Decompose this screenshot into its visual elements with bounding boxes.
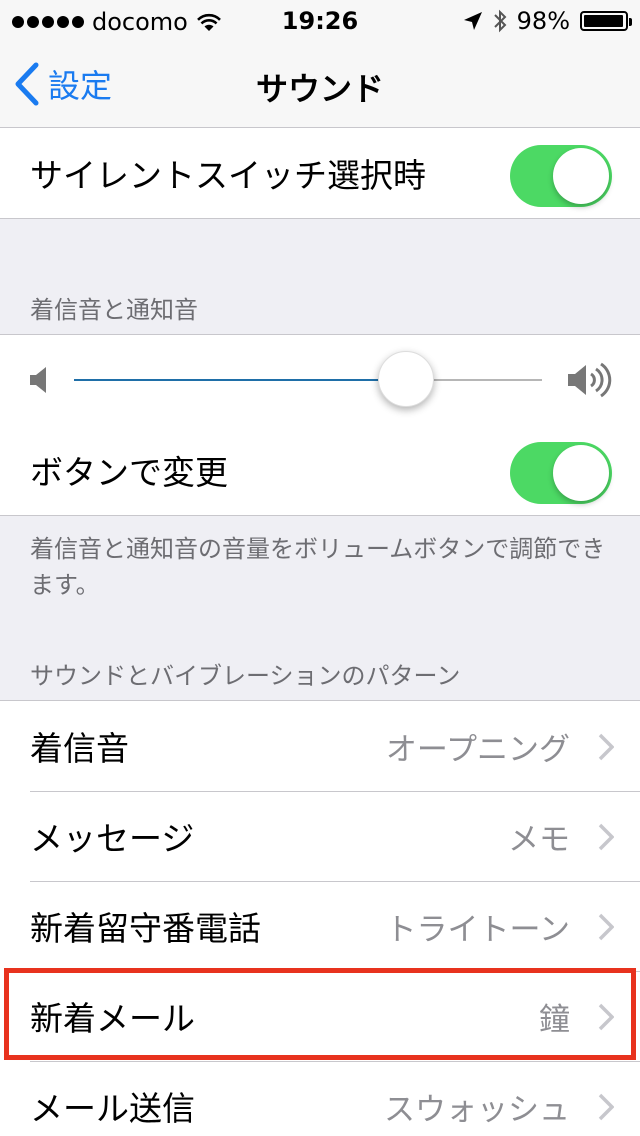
pattern-value: 鐘 xyxy=(539,1001,570,1038)
pattern-row-message[interactable]: メッセージ メモ xyxy=(0,791,640,881)
chevron-right-icon xyxy=(598,733,614,761)
chevron-right-icon xyxy=(598,1093,614,1121)
silent-switch-row: サイレントスイッチ選択時 xyxy=(0,128,640,218)
pattern-label: 新着留守番電話 xyxy=(30,909,261,948)
ringer-section-header: 着信音と通知音 xyxy=(30,296,198,324)
pattern-label: メッセージ xyxy=(30,819,195,858)
chevron-right-icon xyxy=(598,913,614,941)
pattern-value: オープニング xyxy=(385,731,570,768)
volume-slider-fill xyxy=(74,379,407,381)
silent-switch-label: サイレントスイッチ選択時 xyxy=(30,156,426,195)
toggle-knob xyxy=(553,445,609,501)
chevron-right-icon xyxy=(598,823,614,851)
pattern-label: 着信音 xyxy=(30,729,129,768)
change-with-buttons-label: ボタンで変更 xyxy=(30,453,228,492)
patterns-section-header: サウンドとバイブレーションのパターン xyxy=(30,662,461,690)
change-with-buttons-row: ボタンで変更 xyxy=(0,425,640,515)
pattern-row-ringtone[interactable]: 着信音 オープニング xyxy=(0,701,640,791)
pattern-label: メール送信 xyxy=(30,1089,195,1128)
pattern-value: メモ xyxy=(508,821,570,858)
pattern-value: トライトーン xyxy=(385,911,570,948)
ringer-section-footer: 着信音と通知音の音量をボリュームボタンで調節できます。 xyxy=(30,535,606,599)
pattern-row-voicemail[interactable]: 新着留守番電話 トライトーン xyxy=(0,881,640,971)
status-bar: docomo 19:26 98% xyxy=(0,0,640,40)
volume-slider[interactable] xyxy=(74,351,542,407)
silent-switch-group: サイレントスイッチ選択時 xyxy=(0,128,640,219)
battery-percent: 98% xyxy=(516,7,570,35)
pattern-label: 新着メール xyxy=(30,999,195,1038)
silent-vibrate-toggle[interactable] xyxy=(510,145,612,207)
pattern-row-new-mail[interactable]: 新着メール 鐘 xyxy=(0,971,640,1061)
status-right: 98% xyxy=(463,7,632,35)
bluetooth-icon xyxy=(493,9,507,33)
battery-icon xyxy=(580,11,632,31)
location-arrow-icon xyxy=(463,12,482,30)
pattern-row-sent-mail[interactable]: メール送信 スウォッシュ xyxy=(0,1061,640,1136)
pattern-value: スウォッシュ xyxy=(384,1091,570,1128)
change-with-buttons-toggle[interactable] xyxy=(510,442,612,504)
patterns-group: 着信音 オープニング メッセージ メモ 新着留守番電話 トライトーン 新着メール… xyxy=(0,700,640,1136)
navigation-bar: 設定 サウンド xyxy=(0,40,640,128)
volume-slider-thumb[interactable] xyxy=(378,351,435,407)
speaker-low-icon xyxy=(30,367,46,393)
chevron-right-icon xyxy=(598,1003,614,1031)
volume-slider-row xyxy=(0,335,640,425)
toggle-knob xyxy=(553,148,609,204)
speaker-high-icon xyxy=(568,362,612,398)
page-title: サウンド xyxy=(255,70,384,108)
ringer-group: ボタンで変更 xyxy=(0,334,640,516)
